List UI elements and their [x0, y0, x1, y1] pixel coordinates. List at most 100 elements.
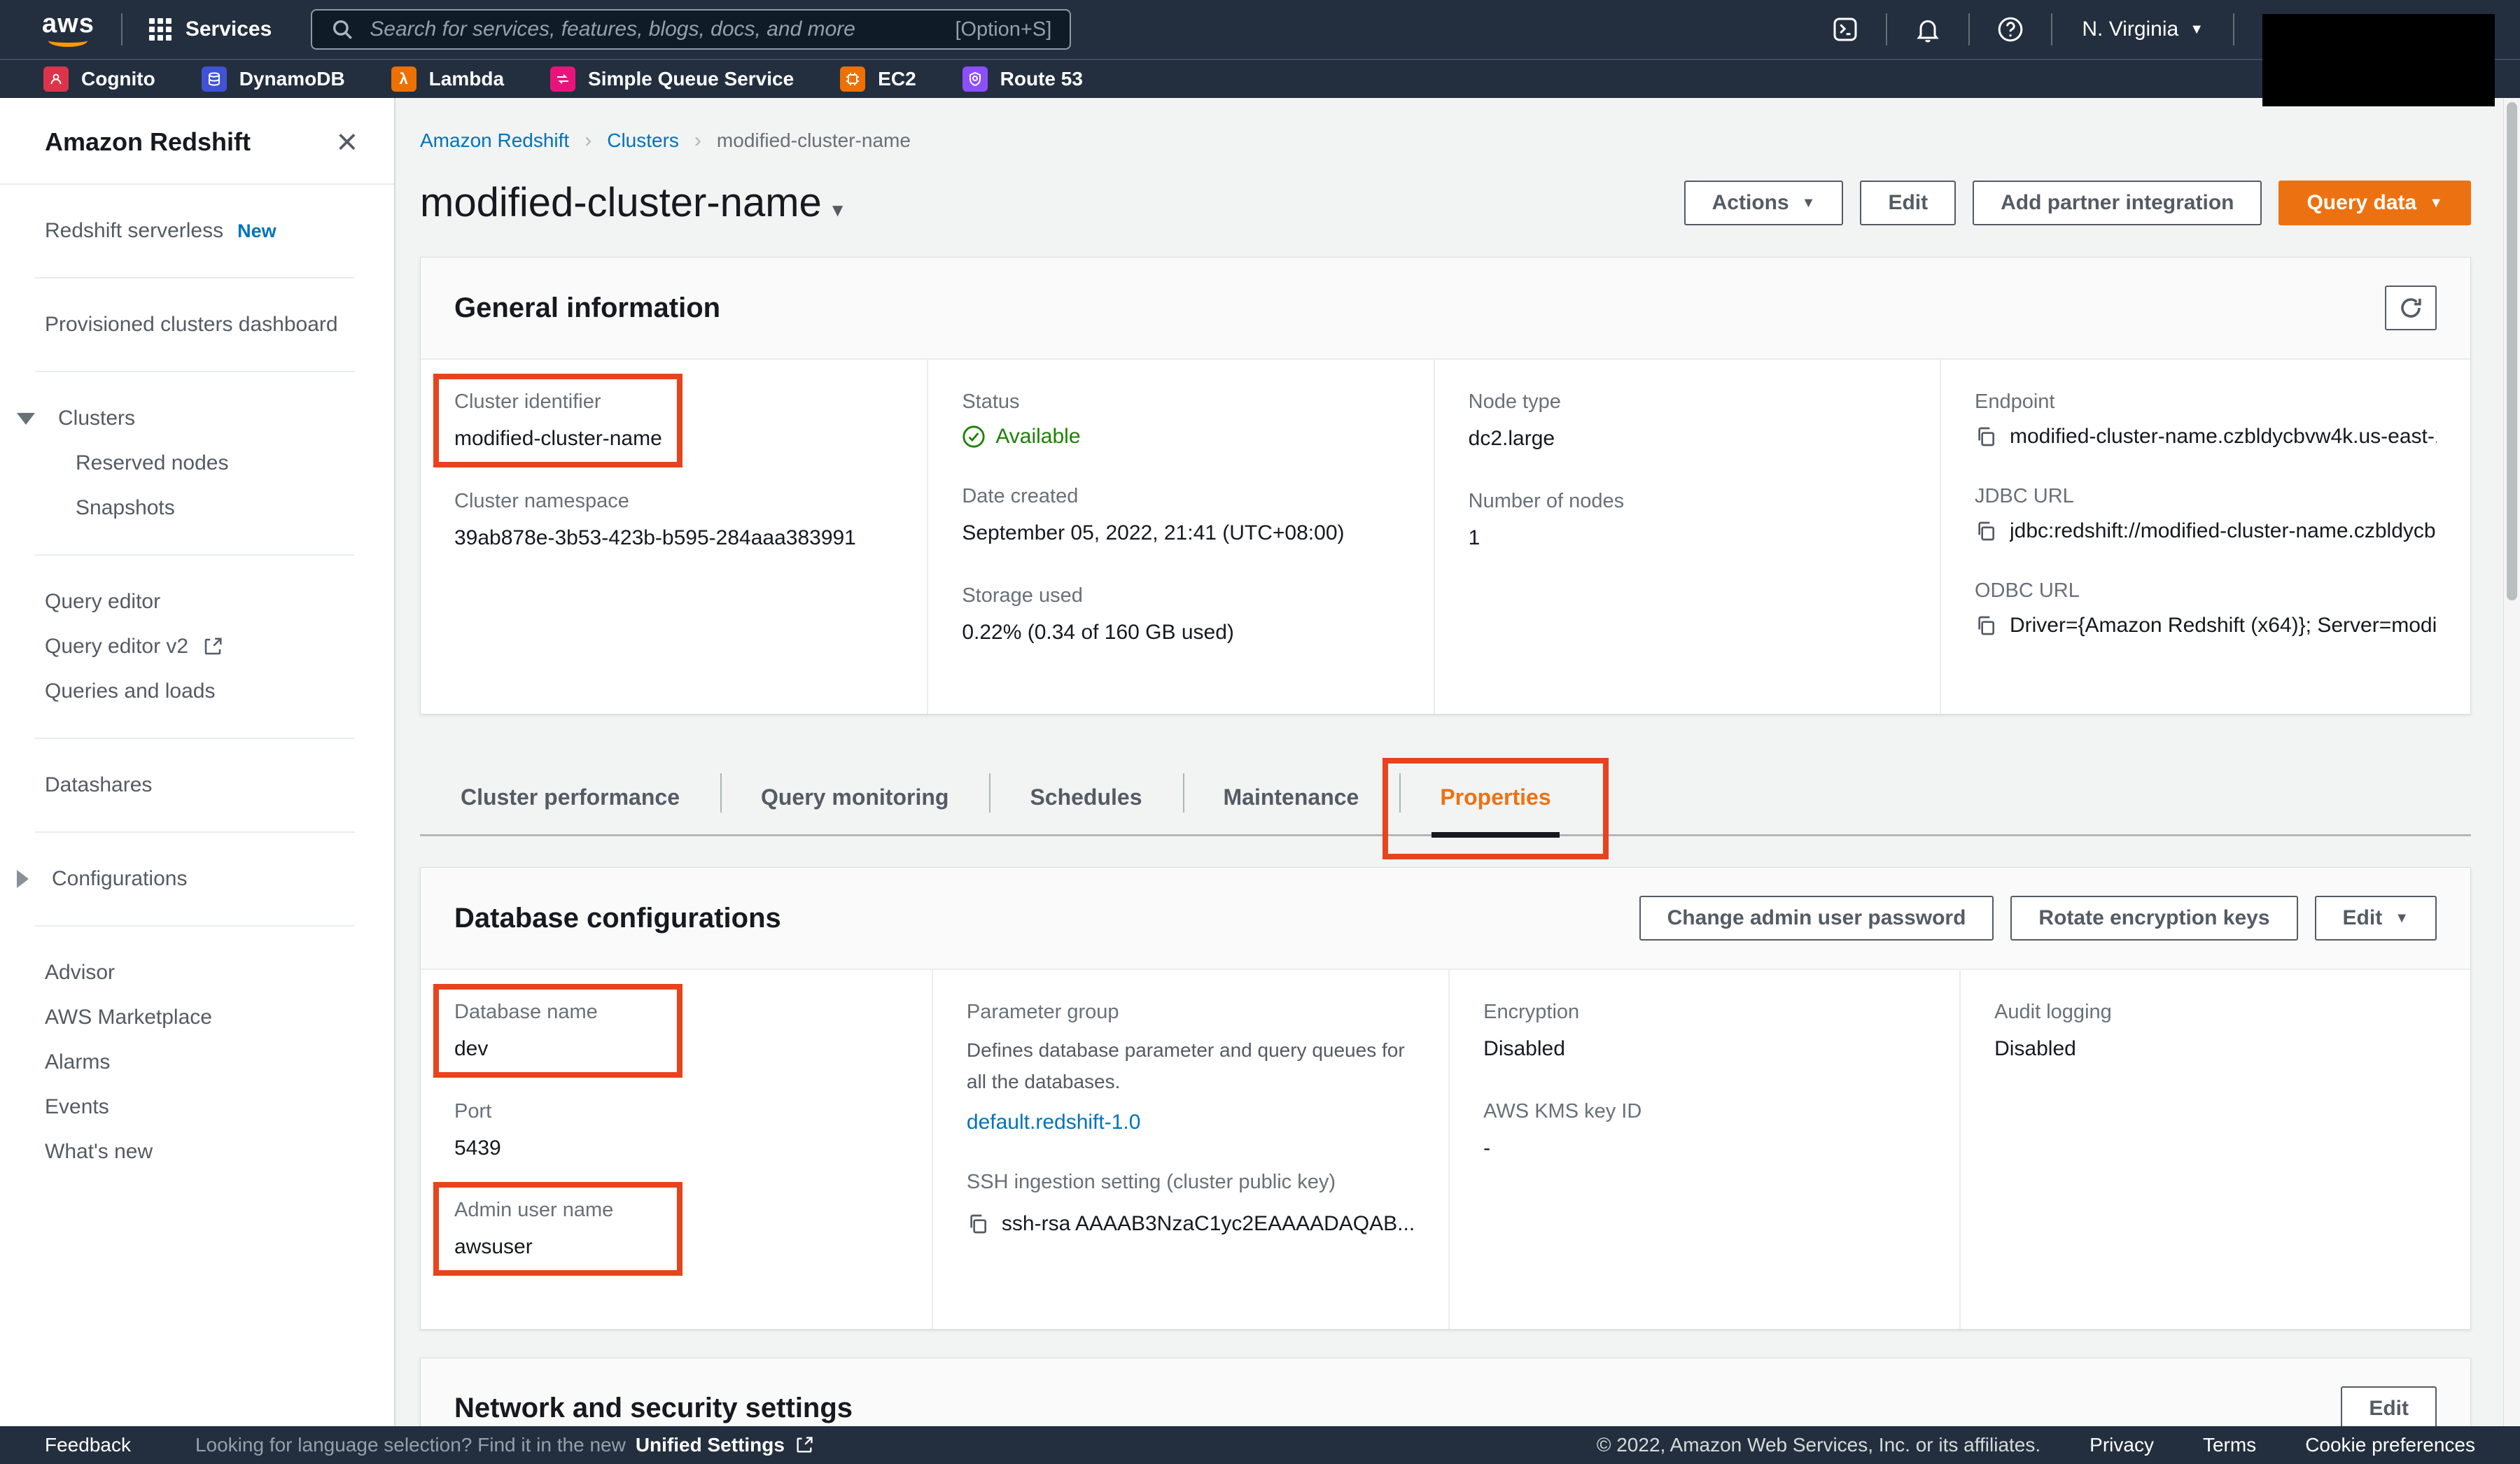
edit-button[interactable]: Edit	[1860, 181, 1956, 225]
search-placeholder: Search for services, features, blogs, do…	[370, 17, 939, 41]
nav-divider	[2051, 13, 2052, 45]
refresh-button[interactable]	[2385, 286, 2437, 330]
field-parameter-group: Parameter group Defines database paramet…	[967, 1001, 1415, 1134]
terms-link[interactable]: Terms	[2203, 1434, 2256, 1456]
tab-schedules[interactable]: Schedules	[989, 769, 1182, 834]
notifications-bell-icon[interactable]	[1914, 15, 1942, 43]
field-admin-user-name: Admin user name awsuser	[454, 1199, 898, 1262]
external-link-icon	[202, 636, 223, 657]
aws-logo[interactable]: aws	[42, 12, 94, 47]
rotate-encryption-keys-button[interactable]: Rotate encryption keys	[2010, 896, 2297, 941]
sidebar-item-label: Snapshots	[76, 496, 175, 520]
dynamodb-icon	[202, 66, 227, 92]
field-storage-used: Storage used 0.22% (0.34 of 160 GB used)	[962, 584, 1399, 647]
copy-icon[interactable]	[1975, 425, 1997, 448]
tab-properties[interactable]: Properties	[1399, 769, 1591, 834]
unified-settings-link[interactable]: Unified Settings	[636, 1434, 785, 1456]
field-database-name: Database name dev	[454, 1001, 898, 1064]
tab-maintenance[interactable]: Maintenance	[1183, 769, 1400, 834]
sidebar-item-label: Redshift serverless	[45, 219, 223, 243]
sidebar-item-label: Provisioned clusters dashboard	[45, 313, 338, 337]
favorite-ec2[interactable]: EC2	[840, 66, 916, 92]
breadcrumb-clusters[interactable]: Clusters	[607, 129, 679, 152]
privacy-link[interactable]: Privacy	[2090, 1434, 2154, 1456]
favorite-sqs[interactable]: Simple Queue Service	[550, 66, 794, 92]
top-navigation-bar: aws Services Search for services, featur…	[0, 0, 2520, 59]
network-security-title: Network and security settings	[454, 1393, 853, 1424]
cloudshell-icon[interactable]	[1831, 15, 1859, 43]
field-status: Status Available	[962, 390, 1399, 449]
field-cluster-identifier: Cluster identifier modified-cluster-name	[454, 390, 893, 453]
title-dropdown-icon[interactable]: ▼	[829, 201, 847, 226]
tab-cluster-performance[interactable]: Cluster performance	[420, 769, 720, 834]
lambda-icon: λ	[391, 66, 416, 92]
field-odbc-url: ODBC URL Driver={Amazon Redshift (x64)};…	[1975, 579, 2437, 638]
favorite-label: Cognito	[81, 68, 155, 90]
copy-icon[interactable]	[967, 1213, 989, 1235]
sidebar-item-snapshots[interactable]: Snapshots	[0, 486, 394, 530]
feedback-link[interactable]: Feedback	[45, 1434, 131, 1456]
copy-icon[interactable]	[1975, 520, 1997, 542]
change-admin-password-button[interactable]: Change admin user password	[1639, 896, 1994, 941]
breadcrumb-separator: ›	[584, 129, 592, 153]
sidebar-item-events[interactable]: Events	[0, 1085, 394, 1129]
sidebar-item-advisor[interactable]: Advisor	[0, 950, 394, 995]
sidebar-item-configurations[interactable]: Configurations	[0, 857, 394, 901]
scrollbar-thumb[interactable]	[2507, 102, 2517, 600]
sidebar-item-label: Events	[45, 1095, 109, 1119]
copyright-text: © 2022, Amazon Web Services, Inc. or its…	[1597, 1434, 2040, 1456]
sidebar-item-redshift-serverless[interactable]: Redshift serverless New	[0, 209, 394, 253]
favorite-label: Lambda	[429, 68, 504, 90]
vertical-scrollbar[interactable]	[2503, 98, 2520, 1426]
sidebar-item-datashares[interactable]: Datashares	[0, 763, 394, 808]
database-configurations-title: Database configurations	[454, 903, 781, 934]
sidebar-item-whats-new[interactable]: What's new	[0, 1129, 394, 1174]
sidebar-item-query-editor-v2[interactable]: Query editor v2	[0, 624, 394, 669]
sidebar-item-reserved-nodes[interactable]: Reserved nodes	[0, 441, 394, 486]
sidebar-item-queries-and-loads[interactable]: Queries and loads	[0, 669, 394, 714]
redacted-account-info	[2262, 14, 2495, 106]
sidebar-item-alarms[interactable]: Alarms	[0, 1040, 394, 1085]
tab-query-monitoring[interactable]: Query monitoring	[720, 769, 989, 834]
copy-icon[interactable]	[1975, 614, 1997, 637]
breadcrumb-amazon-redshift[interactable]: Amazon Redshift	[420, 129, 569, 152]
refresh-icon	[2398, 295, 2423, 321]
nav-divider	[2233, 13, 2234, 45]
cookie-preferences-link[interactable]: Cookie preferences	[2305, 1434, 2475, 1456]
breadcrumb-separator: ›	[694, 129, 701, 153]
services-menu-button[interactable]: Services	[149, 17, 272, 41]
close-icon[interactable]: ×	[337, 129, 358, 155]
db-edit-button[interactable]: Edit▼	[2315, 896, 2437, 941]
field-port: Port 5439	[454, 1100, 898, 1163]
favorite-dynamodb[interactable]: DynamoDB	[202, 66, 345, 92]
parameter-group-link[interactable]: default.redshift-1.0	[967, 1111, 1415, 1134]
network-edit-button[interactable]: Edit	[2341, 1386, 2437, 1427]
sidebar-item-aws-marketplace[interactable]: AWS Marketplace	[0, 995, 394, 1040]
sidebar-item-label: What's new	[45, 1140, 153, 1164]
favorite-route53[interactable]: Route 53	[962, 66, 1083, 92]
field-kms-key-id: AWS KMS key ID -	[1483, 1100, 1926, 1163]
favorite-lambda[interactable]: λ Lambda	[391, 66, 504, 92]
field-audit-logging: Audit logging Disabled	[1994, 1001, 2437, 1064]
field-cluster-namespace: Cluster namespace 39ab878e-3b53-423b-b59…	[454, 490, 893, 553]
chevron-down-icon: ▼	[1802, 196, 1816, 210]
route53-icon	[962, 66, 988, 92]
sidebar-item-clusters[interactable]: Clusters	[0, 396, 394, 441]
redshift-sidebar: Amazon Redshift × Redshift serverless Ne…	[0, 98, 396, 1426]
region-selector[interactable]: N. Virginia ▼	[2082, 17, 2204, 41]
global-search-input[interactable]: Search for services, features, blogs, do…	[311, 9, 1071, 50]
sidebar-item-provisioned-clusters-dashboard[interactable]: Provisioned clusters dashboard	[0, 302, 394, 347]
query-data-button[interactable]: Query data▼	[2278, 181, 2471, 225]
cognito-icon	[43, 66, 69, 92]
breadcrumb: Amazon Redshift › Clusters › modified-cl…	[420, 129, 2471, 153]
sidebar-item-query-editor[interactable]: Query editor	[0, 579, 394, 624]
help-icon[interactable]	[1996, 15, 2024, 43]
favorite-cognito[interactable]: Cognito	[43, 66, 155, 92]
search-shortcut-hint: [Option+S]	[955, 18, 1051, 41]
field-endpoint: Endpoint modified-cluster-name.czbldycbv…	[1975, 390, 2437, 449]
actions-button[interactable]: Actions▼	[1684, 181, 1844, 225]
add-partner-integration-button[interactable]: Add partner integration	[1973, 181, 2262, 225]
favorite-label: DynamoDB	[239, 68, 345, 90]
main-content: Amazon Redshift › Clusters › modified-cl…	[396, 98, 2520, 1426]
cluster-detail-tabs: Cluster performance Query monitoring Sch…	[420, 769, 2471, 836]
